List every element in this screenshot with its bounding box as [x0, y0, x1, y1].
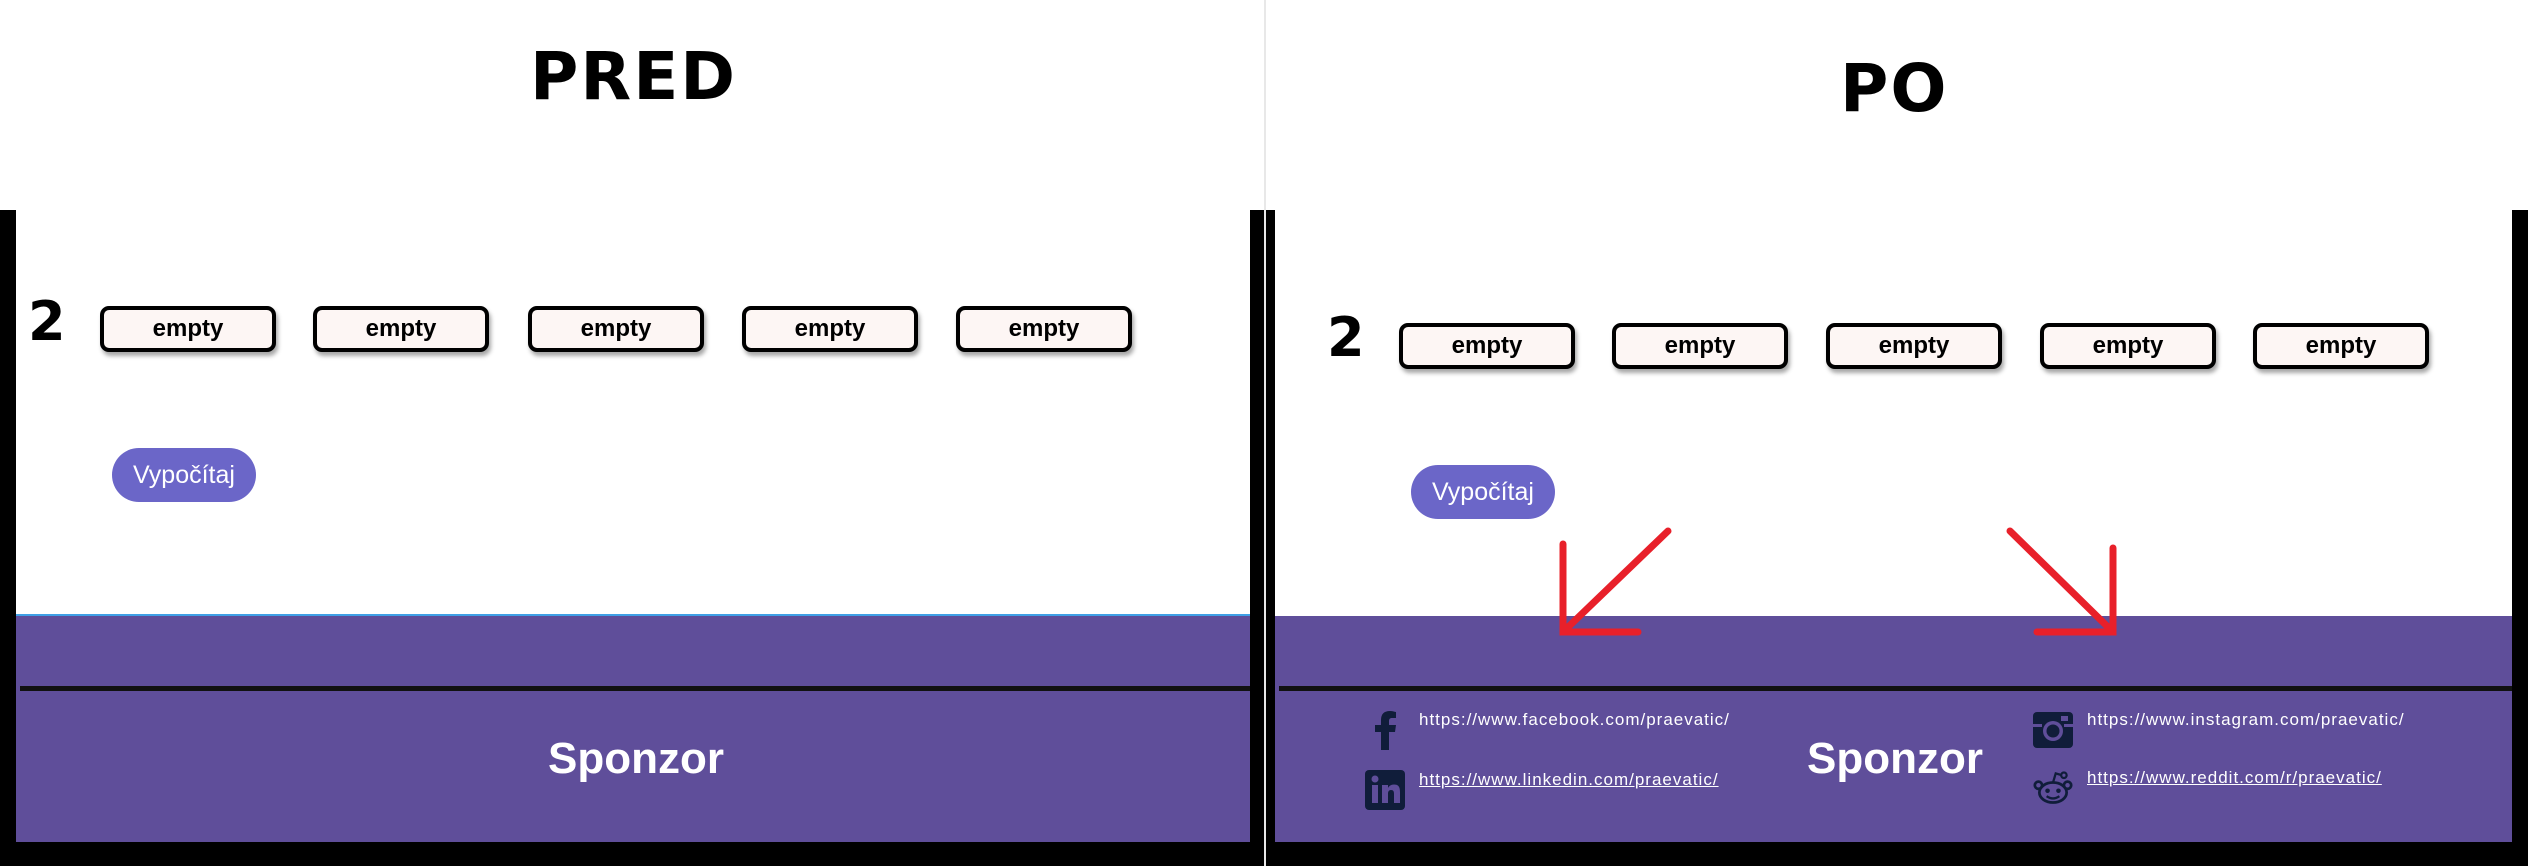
input-cell[interactable]: empty: [742, 306, 918, 352]
footer-divider: [20, 686, 1256, 691]
row-number: 2: [28, 290, 66, 353]
sponsor-label: Sponzor: [548, 734, 724, 783]
after-screenshot: 2 empty empty empty empty empty Vypočíta…: [1275, 210, 2515, 842]
before-screenshot: 2 empty empty empty empty empty Vypočíta…: [16, 210, 1256, 842]
frame-left: [0, 210, 16, 866]
footer: Sponzor: [16, 616, 1256, 842]
input-cell[interactable]: empty: [1612, 323, 1788, 369]
frame-right: [2512, 210, 2528, 866]
frame-bottom-right: [1266, 842, 2528, 866]
input-cell[interactable]: empty: [2253, 323, 2429, 369]
facebook-url[interactable]: https://www.facebook.com/praevatic/: [1419, 710, 1729, 730]
calculate-button[interactable]: Vypočítaj: [112, 448, 256, 502]
facebook-link[interactable]: https://www.facebook.com/praevatic/: [1365, 710, 1729, 750]
footer: Sponzor https://www.facebook.com/praevat…: [1275, 616, 2515, 842]
heading-before: PRED: [530, 38, 738, 115]
input-cell[interactable]: empty: [1399, 323, 1575, 369]
reddit-link[interactable]: https://www.reddit.com/r/praevatic/: [2033, 768, 2381, 808]
frame-mid-right: [1266, 210, 1275, 866]
linkedin-link[interactable]: https://www.linkedin.com/praevatic/: [1365, 770, 1718, 810]
reddit-url[interactable]: https://www.reddit.com/r/praevatic/: [2087, 768, 2381, 788]
arrow-down-right-icon: [2006, 527, 2117, 636]
facebook-icon: [1365, 710, 1405, 750]
frame-mid-left: [1250, 210, 1264, 866]
instagram-url[interactable]: https://www.instagram.com/praevatic/: [2087, 710, 2404, 730]
linkedin-icon: [1365, 770, 1405, 810]
input-cell[interactable]: empty: [2040, 323, 2216, 369]
reddit-icon: [2033, 768, 2073, 808]
arrow-down-left-icon: [1559, 527, 1672, 636]
input-cell[interactable]: empty: [528, 306, 704, 352]
row-number: 2: [1327, 306, 1365, 369]
input-cell[interactable]: empty: [100, 306, 276, 352]
footer-divider: [1279, 686, 2515, 691]
input-cell[interactable]: empty: [956, 306, 1132, 352]
frame-bottom-left: [0, 842, 1264, 866]
instagram-icon: [2033, 710, 2073, 750]
heading-after: PO: [1840, 50, 1949, 127]
input-cell[interactable]: empty: [313, 306, 489, 352]
calculate-button[interactable]: Vypočítaj: [1411, 465, 1555, 519]
linkedin-url[interactable]: https://www.linkedin.com/praevatic/: [1419, 770, 1718, 790]
input-cell[interactable]: empty: [1826, 323, 2002, 369]
instagram-link[interactable]: https://www.instagram.com/praevatic/: [2033, 710, 2404, 750]
